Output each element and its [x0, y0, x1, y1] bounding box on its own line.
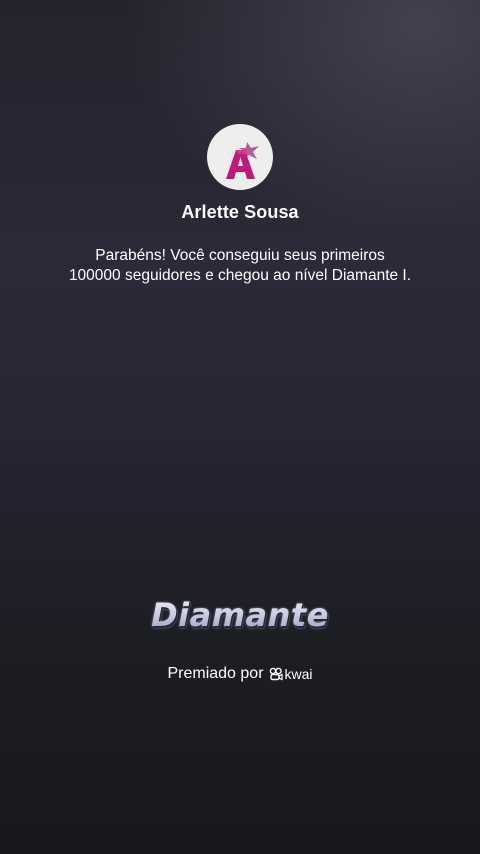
achievement-message-line-1: Parabéns! Você conseguiu seus primeiros — [95, 247, 385, 264]
awarded-by-row: Premiado por kwai — [0, 665, 480, 683]
awarded-by-label: Premiado por — [167, 665, 264, 682]
achievement-message: Parabéns! Você conseguiu seus primeiros … — [40, 246, 440, 286]
kwai-brand-text: kwai — [284, 666, 313, 682]
achievement-message-line-2: 100000 seguidores e chegou ao nível Diam… — [68, 267, 412, 284]
kwai-logo-icon — [269, 667, 283, 681]
letter-a-avatar-icon — [226, 142, 259, 179]
profile-avatar[interactable] — [207, 124, 273, 190]
kwai-logo: kwai — [269, 666, 313, 682]
level-title: Diamante — [0, 596, 480, 634]
user-name: Arlette Sousa — [181, 202, 299, 222]
